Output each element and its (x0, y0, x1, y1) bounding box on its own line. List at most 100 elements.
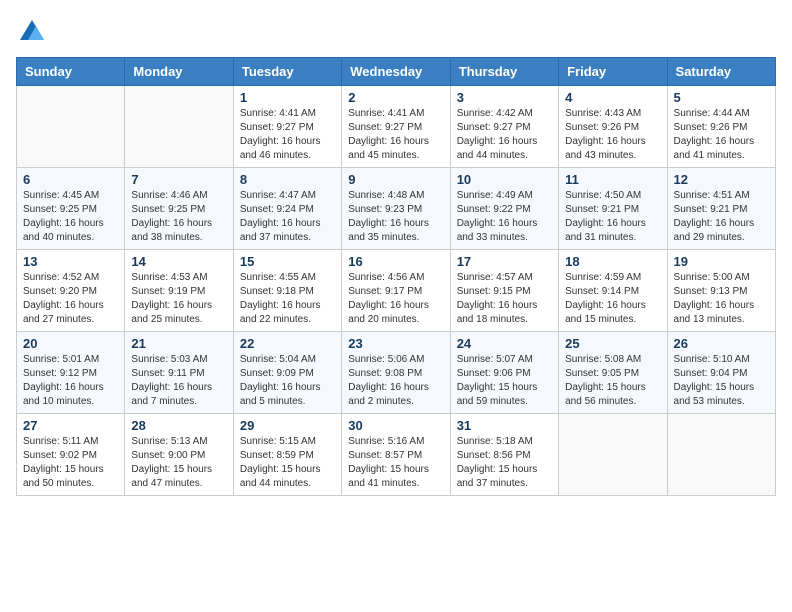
day-info: Sunrise: 5:08 AMSunset: 9:05 PMDaylight:… (565, 353, 660, 409)
day-info: Sunrise: 4:49 AMSunset: 9:22 PMDaylight:… (457, 189, 552, 245)
day-number: 21 (131, 336, 226, 351)
calendar-cell: 29 Sunrise: 5:15 AMSunset: 8:59 PMDayligh… (233, 413, 341, 495)
day-number: 27 (23, 418, 118, 433)
calendar-cell: 23 Sunrise: 5:06 AMSunset: 9:08 PMDayligh… (342, 331, 450, 413)
calendar-cell: 28 Sunrise: 5:13 AMSunset: 9:00 PMDayligh… (125, 413, 233, 495)
day-info: Sunrise: 4:57 AMSunset: 9:15 PMDaylight:… (457, 271, 552, 327)
col-header-wednesday: Wednesday (342, 57, 450, 85)
calendar-cell: 16 Sunrise: 4:56 AMSunset: 9:17 PMDayligh… (342, 249, 450, 331)
day-number: 11 (565, 172, 660, 187)
day-info: Sunrise: 4:41 AMSunset: 9:27 PMDaylight:… (348, 107, 443, 163)
day-number: 24 (457, 336, 552, 351)
day-number: 8 (240, 172, 335, 187)
day-number: 18 (565, 254, 660, 269)
calendar-cell: 22 Sunrise: 5:04 AMSunset: 9:09 PMDayligh… (233, 331, 341, 413)
day-number: 29 (240, 418, 335, 433)
day-info: Sunrise: 5:16 AMSunset: 8:57 PMDaylight:… (348, 435, 443, 491)
calendar-cell: 8 Sunrise: 4:47 AMSunset: 9:24 PMDaylight… (233, 167, 341, 249)
day-number: 14 (131, 254, 226, 269)
day-info: Sunrise: 5:06 AMSunset: 9:08 PMDaylight:… (348, 353, 443, 409)
col-header-saturday: Saturday (667, 57, 775, 85)
day-info: Sunrise: 4:43 AMSunset: 9:26 PMDaylight:… (565, 107, 660, 163)
day-number: 5 (674, 90, 769, 105)
calendar-cell: 25 Sunrise: 5:08 AMSunset: 9:05 PMDayligh… (559, 331, 667, 413)
calendar-cell: 12 Sunrise: 4:51 AMSunset: 9:21 PMDayligh… (667, 167, 775, 249)
day-number: 4 (565, 90, 660, 105)
calendar-table: SundayMondayTuesdayWednesdayThursdayFrid… (16, 57, 776, 496)
calendar-cell: 4 Sunrise: 4:43 AMSunset: 9:26 PMDaylight… (559, 85, 667, 167)
day-info: Sunrise: 4:46 AMSunset: 9:25 PMDaylight:… (131, 189, 226, 245)
day-info: Sunrise: 4:51 AMSunset: 9:21 PMDaylight:… (674, 189, 769, 245)
day-info: Sunrise: 4:52 AMSunset: 9:20 PMDaylight:… (23, 271, 118, 327)
day-info: Sunrise: 4:53 AMSunset: 9:19 PMDaylight:… (131, 271, 226, 327)
calendar-cell: 20 Sunrise: 5:01 AMSunset: 9:12 PMDayligh… (17, 331, 125, 413)
day-number: 23 (348, 336, 443, 351)
day-info: Sunrise: 5:00 AMSunset: 9:13 PMDaylight:… (674, 271, 769, 327)
calendar-row-1: 1Sunrise: 4:41 AMSunset: 9:27 PMDaylight… (17, 85, 776, 167)
calendar-header-row: SundayMondayTuesdayWednesdayThursdayFrid… (17, 57, 776, 85)
page-header (16, 16, 776, 49)
calendar-cell (17, 85, 125, 167)
calendar-cell: 19 Sunrise: 5:00 AMSunset: 9:13 PMDayligh… (667, 249, 775, 331)
day-number: 20 (23, 336, 118, 351)
calendar-cell: 14 Sunrise: 4:53 AMSunset: 9:19 PMDayligh… (125, 249, 233, 331)
day-number: 19 (674, 254, 769, 269)
day-number: 30 (348, 418, 443, 433)
calendar-cell: 13 Sunrise: 4:52 AMSunset: 9:20 PMDayligh… (17, 249, 125, 331)
calendar-cell: 2 Sunrise: 4:41 AMSunset: 9:27 PMDaylight… (342, 85, 450, 167)
day-number: 28 (131, 418, 226, 433)
col-header-sunday: Sunday (17, 57, 125, 85)
calendar-cell: 11 Sunrise: 4:50 AMSunset: 9:21 PMDayligh… (559, 167, 667, 249)
calendar-cell: 24 Sunrise: 5:07 AMSunset: 9:06 PMDayligh… (450, 331, 558, 413)
day-number: 26 (674, 336, 769, 351)
day-number: 13 (23, 254, 118, 269)
calendar-row-2: 6Sunrise: 4:45 AMSunset: 9:25 PMDaylight… (17, 167, 776, 249)
day-number: 15 (240, 254, 335, 269)
calendar-row-4: 20 Sunrise: 5:01 AMSunset: 9:12 PMDayligh… (17, 331, 776, 413)
calendar-cell: 18 Sunrise: 4:59 AMSunset: 9:14 PMDayligh… (559, 249, 667, 331)
calendar-cell: 5 Sunrise: 4:44 AMSunset: 9:26 PMDaylight… (667, 85, 775, 167)
day-number: 25 (565, 336, 660, 351)
day-info: Sunrise: 5:10 AMSunset: 9:04 PMDaylight:… (674, 353, 769, 409)
day-info: Sunrise: 4:44 AMSunset: 9:26 PMDaylight:… (674, 107, 769, 163)
day-info: Sunrise: 4:56 AMSunset: 9:17 PMDaylight:… (348, 271, 443, 327)
day-info: Sunrise: 5:18 AMSunset: 8:56 PMDaylight:… (457, 435, 552, 491)
day-number: 6 (23, 172, 118, 187)
calendar-cell: 9Sunrise: 4:48 AMSunset: 9:23 PMDaylight… (342, 167, 450, 249)
logo (16, 16, 46, 49)
day-info: Sunrise: 5:11 AMSunset: 9:02 PMDaylight:… (23, 435, 118, 491)
day-info: Sunrise: 5:01 AMSunset: 9:12 PMDaylight:… (23, 353, 118, 409)
day-number: 2 (348, 90, 443, 105)
day-info: Sunrise: 5:13 AMSunset: 9:00 PMDaylight:… (131, 435, 226, 491)
day-info: Sunrise: 5:07 AMSunset: 9:06 PMDaylight:… (457, 353, 552, 409)
calendar-cell: 27 Sunrise: 5:11 AMSunset: 9:02 PMDayligh… (17, 413, 125, 495)
day-info: Sunrise: 4:59 AMSunset: 9:14 PMDaylight:… (565, 271, 660, 327)
calendar-cell: 7Sunrise: 4:46 AMSunset: 9:25 PMDaylight… (125, 167, 233, 249)
day-info: Sunrise: 5:03 AMSunset: 9:11 PMDaylight:… (131, 353, 226, 409)
day-number: 12 (674, 172, 769, 187)
calendar-cell (667, 413, 775, 495)
day-info: Sunrise: 5:15 AMSunset: 8:59 PMDaylight:… (240, 435, 335, 491)
calendar-cell: 26 Sunrise: 5:10 AMSunset: 9:04 PMDayligh… (667, 331, 775, 413)
col-header-tuesday: Tuesday (233, 57, 341, 85)
day-number: 16 (348, 254, 443, 269)
day-number: 31 (457, 418, 552, 433)
logo-icon (18, 16, 46, 44)
day-info: Sunrise: 4:41 AMSunset: 9:27 PMDaylight:… (240, 107, 335, 163)
day-number: 10 (457, 172, 552, 187)
day-info: Sunrise: 4:50 AMSunset: 9:21 PMDaylight:… (565, 189, 660, 245)
calendar-cell: 15 Sunrise: 4:55 AMSunset: 9:18 PMDayligh… (233, 249, 341, 331)
col-header-monday: Monday (125, 57, 233, 85)
calendar-cell: 17 Sunrise: 4:57 AMSunset: 9:15 PMDayligh… (450, 249, 558, 331)
day-info: Sunrise: 4:42 AMSunset: 9:27 PMDaylight:… (457, 107, 552, 163)
calendar-cell: 6Sunrise: 4:45 AMSunset: 9:25 PMDaylight… (17, 167, 125, 249)
calendar-cell: 3Sunrise: 4:42 AMSunset: 9:27 PMDaylight… (450, 85, 558, 167)
calendar-cell (559, 413, 667, 495)
day-number: 17 (457, 254, 552, 269)
day-info: Sunrise: 4:47 AMSunset: 9:24 PMDaylight:… (240, 189, 335, 245)
day-info: Sunrise: 4:55 AMSunset: 9:18 PMDaylight:… (240, 271, 335, 327)
calendar-cell: 30 Sunrise: 5:16 AMSunset: 8:57 PMDayligh… (342, 413, 450, 495)
calendar-cell: 21 Sunrise: 5:03 AMSunset: 9:11 PMDayligh… (125, 331, 233, 413)
day-number: 22 (240, 336, 335, 351)
day-info: Sunrise: 5:04 AMSunset: 9:09 PMDaylight:… (240, 353, 335, 409)
